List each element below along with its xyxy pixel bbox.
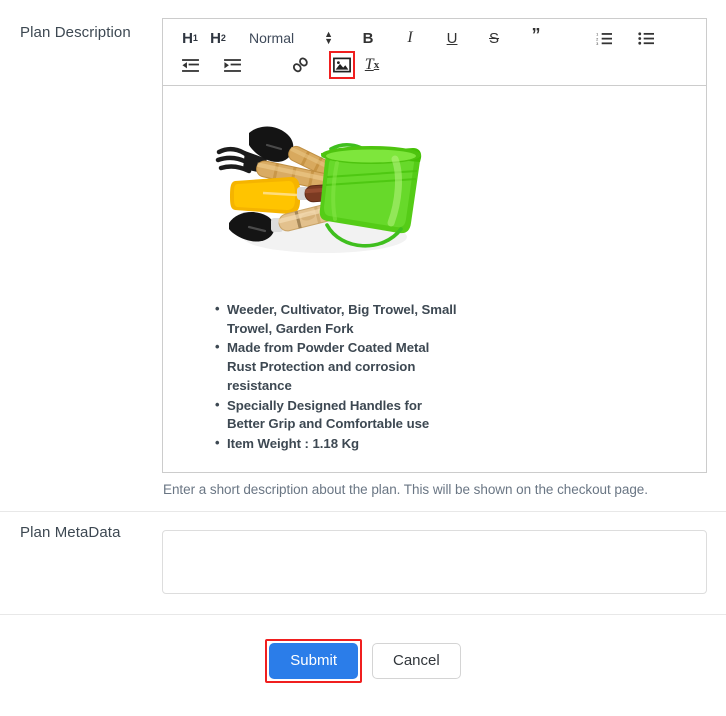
bold-button[interactable]: B [355, 25, 381, 51]
image-icon [333, 57, 351, 73]
clear-format-subscript: x [373, 58, 380, 71]
garden-tools-image [205, 105, 427, 265]
list-item: Item Weight : 1.18 Kg [215, 434, 457, 454]
clear-format-label: T [364, 56, 374, 73]
plan-metadata-input[interactable] [162, 530, 707, 594]
form-actions: Submit Cancel [0, 615, 726, 683]
blockquote-button[interactable]: ” [523, 25, 549, 51]
svg-text:3: 3 [596, 41, 599, 46]
header-2-label: H [210, 29, 221, 47]
list-item: Made from Powder Coated Metal Rust Prote… [215, 338, 457, 395]
plan-description-row: Plan Description H1 H2 Normal ▲ ▼ B I U … [0, 0, 726, 497]
clear-format-button[interactable]: Tx [359, 52, 385, 78]
italic-button[interactable]: I [397, 25, 423, 51]
format-picker-label: Normal [249, 30, 295, 46]
submit-button[interactable]: Submit [269, 643, 358, 679]
strikethrough-button[interactable]: S [481, 25, 507, 51]
chevron-up-down-icon: ▲ ▼ [324, 29, 334, 46]
header-2-subscript: 2 [220, 32, 226, 43]
ordered-list-icon: 1 2 3 [596, 31, 612, 46]
plan-description-help-text: Enter a short description about the plan… [163, 482, 648, 497]
plan-metadata-label: Plan MetaData [20, 524, 121, 541]
bullet-list-icon [637, 31, 654, 45]
header-1-button[interactable]: H1 [177, 25, 203, 51]
editor-toolbar: H1 H2 Normal ▲ ▼ B I U S ” 1 2 3 T x [163, 19, 706, 86]
indent-icon [223, 58, 241, 72]
format-picker[interactable]: Normal ▲ ▼ [249, 29, 334, 47]
ordered-list-button[interactable]: 1 2 3 [591, 25, 617, 51]
outdent-button[interactable] [177, 52, 203, 78]
link-button[interactable] [287, 52, 313, 78]
row-spacer [0, 599, 726, 614]
submit-button-highlight: Submit [265, 639, 362, 683]
plan-metadata-row: Plan MetaData [0, 512, 726, 599]
bullet-list-button[interactable] [633, 25, 659, 51]
description-bullet-list: Weeder, Cultivator, Big Trowel, Small Tr… [175, 300, 694, 454]
cancel-button[interactable]: Cancel [371, 643, 461, 679]
indent-button[interactable] [219, 52, 245, 78]
link-icon [292, 57, 308, 73]
header-1-label: H [182, 29, 193, 47]
list-item: Specially Designed Handles for Better Gr… [215, 396, 457, 434]
plan-form-page: Plan Description H1 H2 Normal ▲ ▼ B I U … [0, 0, 726, 716]
rich-text-editor[interactable]: H1 H2 Normal ▲ ▼ B I U S ” 1 2 3 T x • W… [162, 18, 707, 473]
image-button[interactable] [329, 51, 355, 79]
editor-content-area[interactable]: Weeder, Cultivator, Big Trowel, Small Tr… [163, 86, 706, 472]
header-1-subscript: 1 [192, 32, 198, 43]
header-2-button[interactable]: H2 [205, 25, 231, 51]
plan-description-field: H1 H2 Normal ▲ ▼ B I U S ” 1 2 3 T x • W… [162, 0, 707, 497]
row-spacer [0, 497, 726, 511]
plan-metadata-field [162, 512, 707, 599]
outdent-icon [181, 58, 199, 72]
underline-button[interactable]: U [439, 25, 465, 51]
plan-description-label: Plan Description [20, 24, 131, 41]
list-item: Weeder, Cultivator, Big Trowel, Small Tr… [215, 300, 457, 338]
